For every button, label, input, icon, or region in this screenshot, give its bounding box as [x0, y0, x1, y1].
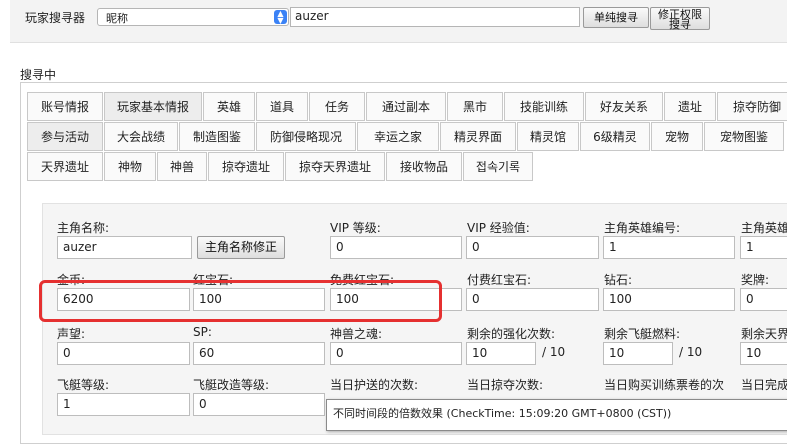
tab-quests[interactable]: 任务 — [309, 92, 365, 121]
fame-label: 声望: — [57, 327, 86, 341]
tab-defense-status[interactable]: 防御侵略现况 — [256, 122, 356, 151]
vip-exp-label: VIP 经验值: — [467, 221, 530, 235]
tab-account-info[interactable]: 账号情报 — [27, 92, 103, 121]
tab-spirit-ui[interactable]: 精灵界面 — [440, 122, 516, 151]
hero-id2-input[interactable]: 1 — [740, 236, 787, 259]
tab-login-records[interactable]: 접속기록 — [463, 152, 533, 181]
tab-bar: 账号情报 玩家基本情报 英雄 道具 任务 通过副本 黑市 技能训练 好友关系 遗… — [27, 88, 787, 184]
tab-friends[interactable]: 好友关系 — [585, 92, 663, 121]
search-type-select[interactable]: 昵称 ▲ ▼ — [97, 8, 289, 26]
permission-search-button[interactable]: 修正权限 搜寻 — [650, 7, 710, 30]
airship-level-input[interactable]: 1 — [57, 393, 190, 416]
search-input[interactable]: auzer — [290, 7, 580, 27]
tab-pet-codex[interactable]: 宠物图鉴 — [704, 122, 784, 151]
diamond-label: 钻石: — [604, 273, 633, 287]
sky-remaining-label: 剩余天界 — [741, 327, 787, 341]
hero-id2-label: 主角英雄 — [741, 221, 787, 235]
search-type-value: 昵称 — [106, 12, 128, 25]
fame-input[interactable]: 0 — [57, 342, 190, 365]
tab-lucky-house[interactable]: 幸运之家 — [357, 122, 439, 151]
tab-spirit-hall[interactable]: 精灵馆 — [517, 122, 579, 151]
tab-level6-spirit[interactable]: 6级精灵 — [580, 122, 650, 151]
tab-plunder-sky-ruins[interactable]: 掠夺天界遗址 — [285, 152, 385, 181]
simple-search-button[interactable]: 单纯搜寻 — [583, 7, 649, 28]
diamond-input[interactable]: 100 — [603, 288, 735, 311]
hero-name-label: 主角名称: — [57, 221, 110, 235]
tab-artifacts[interactable]: 神物 — [104, 152, 156, 181]
tab-black-market[interactable]: 黑市 — [447, 92, 503, 121]
enhance-count-label: 剩余的强化次数: — [467, 327, 556, 341]
ticket-count-label: 当日购买训练票卷的次 — [604, 378, 725, 392]
tab-basic-info[interactable]: 玩家基本情报 — [104, 92, 202, 121]
free-ruby-label: 免费红宝石: — [330, 273, 395, 287]
vip-exp-input[interactable]: 0 — [466, 236, 599, 259]
tab-items[interactable]: 道具 — [256, 92, 308, 121]
sp-input[interactable]: 60 — [193, 342, 325, 365]
vip-level-input[interactable]: 0 — [330, 236, 462, 259]
tab-plunder-ruins[interactable]: 掠夺遗址 — [208, 152, 284, 181]
gold-label: 金币: — [57, 273, 86, 287]
fuel-max: / 10 — [679, 345, 703, 359]
tab-received-items[interactable]: 接收物品 — [386, 152, 462, 181]
tab-hero[interactable]: 英雄 — [203, 92, 255, 121]
tab-divine-beasts[interactable]: 神兽 — [157, 152, 207, 181]
hero-id-label: 主角英雄编号: — [604, 221, 681, 235]
tab-craft-codex[interactable]: 制造图鉴 — [179, 122, 255, 151]
chevron-updown-icon: ▲ ▼ — [274, 10, 287, 25]
tab-sky-ruins[interactable]: 天界遗址 — [27, 152, 103, 181]
tab-ruins[interactable]: 遗址 — [664, 92, 716, 121]
airship-level-label: 飞艇等级: — [57, 378, 110, 392]
tab-dungeons[interactable]: 通过副本 — [366, 92, 446, 121]
beast-soul-input[interactable]: 0 — [330, 342, 462, 365]
search-label: 玩家搜寻器 — [25, 11, 86, 25]
complete-count-label: 当日完成 — [741, 378, 787, 392]
medal-input[interactable]: 0 — [740, 288, 787, 311]
plunder-count-label: 当日掠夺次数: — [467, 378, 544, 392]
ruby-input[interactable]: 100 — [193, 288, 325, 311]
paid-ruby-input[interactable]: 0 — [466, 288, 599, 311]
permission-search-label-2: 搜寻 — [669, 18, 691, 31]
fuel-label: 剩余飞艇燃料: — [604, 327, 681, 341]
tab-skill-training[interactable]: 技能训练 — [504, 92, 584, 121]
medal-label: 奖牌: — [741, 273, 770, 287]
airship-mod-label: 飞艇改造等级: — [193, 378, 270, 392]
vip-level-label: VIP 等级: — [330, 221, 381, 235]
tab-tournament[interactable]: 大会战绩 — [104, 122, 178, 151]
tab-pets[interactable]: 宠物 — [651, 122, 703, 151]
hero-name-input[interactable]: auzer — [57, 236, 192, 259]
hero-name-fix-button[interactable]: 主角名称修正 — [197, 236, 285, 259]
enhance-count-input[interactable]: 10 — [466, 342, 536, 365]
hero-id-input[interactable]: 1 — [603, 236, 735, 259]
airship-mod-input[interactable]: 0 — [193, 393, 325, 416]
multiplier-tooltip: 不同时间段的倍数效果 (CheckTime: 15:09:20 GMT+0800… — [326, 399, 787, 431]
tab-plunder-defense[interactable]: 掠夺防御 — [717, 92, 787, 121]
escort-count-label: 当日护送的次数: — [330, 378, 419, 392]
free-ruby-input[interactable]: 100 — [330, 288, 462, 311]
tab-events[interactable]: 参与活动 — [27, 122, 103, 151]
gold-input[interactable]: 6200 — [57, 288, 190, 311]
sky-remaining-input[interactable]: 10 — [740, 342, 787, 365]
enhance-count-max: / 10 — [542, 345, 566, 359]
section-title: 搜寻中 — [20, 68, 57, 82]
ruby-label: 红宝石: — [193, 273, 234, 287]
tooltip-text: 不同时间段的倍数效果 (CheckTime: 15:09:20 GMT+0800… — [333, 407, 672, 420]
sp-label: SP: — [193, 325, 212, 339]
fuel-input[interactable]: 10 — [603, 342, 673, 365]
paid-ruby-label: 付费红宝石: — [467, 273, 532, 287]
beast-soul-label: 神兽之魂: — [330, 327, 383, 341]
